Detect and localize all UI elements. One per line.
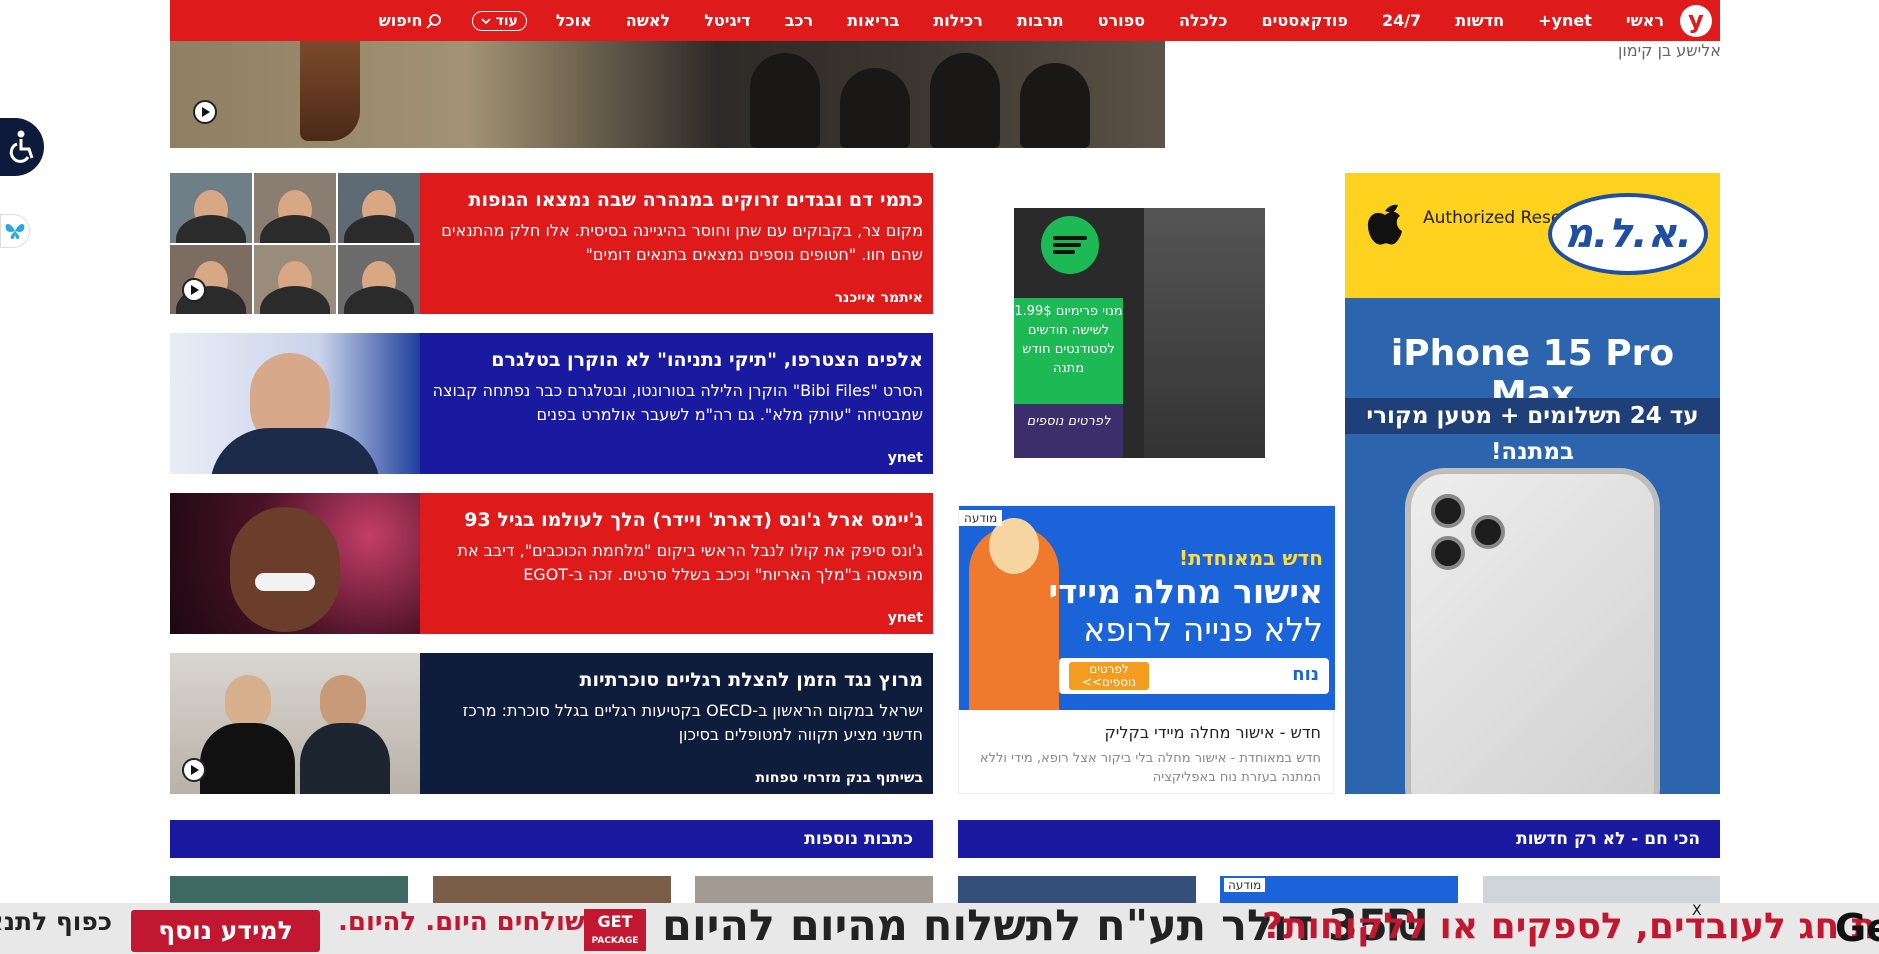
play-icon[interactable]: [182, 758, 206, 782]
spotify-cta-button[interactable]: לפרטים נוספים: [1014, 404, 1123, 458]
section-more-articles-header[interactable]: כתבות נוספות: [170, 820, 933, 858]
ad-person-graphic: [969, 518, 1059, 710]
apple-logo-icon: [1367, 204, 1402, 245]
more-menu-button[interactable]: עוד: [472, 10, 527, 31]
ad-banner[interactable]: מודעה חדש במאוחדת! אישור מחלה מיידי ללא …: [959, 506, 1335, 710]
nav-item-economy[interactable]: כלכלה: [1179, 11, 1227, 30]
spotify-ad[interactable]: מנוי פרימיום 1.99$ לשישה חודשים לסטודנטי…: [1014, 208, 1265, 458]
story-title[interactable]: כתמי דם ובגדים זרוקים במנהרה שבה נמצאו ה…: [432, 187, 923, 213]
accessibility-button[interactable]: [0, 118, 44, 176]
nav-item-women[interactable]: לאשה: [626, 11, 670, 30]
story-text-block: ג'יימס ארל ג'ונס (דארת' ויידר) הלך לעולמ…: [420, 493, 933, 634]
nav-item-cars[interactable]: רכב: [785, 11, 813, 30]
play-icon[interactable]: [182, 278, 206, 302]
ad-close-icon[interactable]: ✕: [1311, 504, 1322, 519]
hero-image[interactable]: [170, 41, 1165, 148]
get-package-word: GET: [597, 912, 633, 931]
ynet-logo[interactable]: y: [1680, 4, 1712, 37]
story-subtitle: מקום צר, בקבוקים עם שתן וחוסר בהיגיינה ב…: [441, 221, 923, 264]
chevron-down-icon: [481, 17, 492, 24]
search-button[interactable]: חיפוש: [379, 11, 443, 30]
story-image-hostages-collage: [170, 173, 420, 314]
nav-item-ynet-plus[interactable]: ynet+: [1538, 11, 1592, 30]
get-package-logo: GET PACKAGE: [584, 909, 646, 951]
bottom-ad-terms: כפוף לתנאי: [0, 907, 112, 936]
nav-item-sport[interactable]: ספורט: [1098, 11, 1145, 30]
section-hot-header[interactable]: הכי חם - לא רק חדשות: [958, 820, 1720, 858]
phone-graphic: [1144, 208, 1265, 458]
ad-headline-1: חדש במאוחדת!: [1178, 546, 1323, 570]
story-subtitle: ג'ונס סיפק את קולו לנבל הראשי ביקום "מלח…: [457, 541, 923, 584]
bottom-ad-close-icon[interactable]: X: [1692, 903, 1702, 919]
meuhedet-ad[interactable]: מודעה חדש במאוחדת! אישור מחלה מיידי ללא …: [958, 504, 1335, 794]
nav-item-news[interactable]: חדשות: [1455, 11, 1504, 30]
ad-brand-strip: לפרטים נוספים>> נוח: [1059, 658, 1329, 694]
story-card-james-earl-jones[interactable]: ג'יימס ארל ג'ונס (דארת' ויידר) הלך לעולמ…: [170, 493, 933, 634]
nav-item-culture[interactable]: תרבות: [1017, 11, 1064, 30]
nav-item-home[interactable]: ראשי: [1626, 11, 1664, 30]
hero-author: אלישע בן קימון: [1617, 41, 1721, 60]
alm-logo: א.ל.מ.: [1548, 193, 1708, 275]
bottom-sticky-ad[interactable]: כפוף לתנאי למידע נוסף ככה שולחים היום. ל…: [0, 903, 1879, 954]
ad-title[interactable]: חדש - אישור מחלה מיידי בקליק: [1104, 723, 1321, 742]
butterfly-icon: [5, 224, 25, 239]
ad-headline-2: אישור מחלה מיידי: [1048, 572, 1323, 611]
iphone-graphic: [1405, 468, 1660, 794]
nav-item-24-7[interactable]: 24/7: [1382, 11, 1421, 30]
story-title[interactable]: ג'יימס ארל ג'ונס (דארת' ויידר) הלך לעולמ…: [432, 507, 923, 533]
butterfly-widget-button[interactable]: [0, 214, 30, 248]
bottom-ad-brand: Ge: [1835, 906, 1879, 950]
spotify-logo-icon: [1041, 216, 1099, 274]
story-image-james-earl-jones: [170, 493, 420, 634]
bottom-ad-more-button[interactable]: למידע נוסף: [131, 910, 320, 952]
bottom-ad-question: מתנות חג לעובדים, לספקים או ללקוחות?: [1262, 906, 1879, 947]
search-icon: [426, 13, 442, 29]
story-image-interview: [170, 653, 420, 794]
story-subtitle: הסרט "Bibi Files" הוקרן הלילה בטורונטו, …: [432, 381, 923, 424]
story-card-diabetic-feet[interactable]: מרוץ נגד הזמן להצלת רגליים סוכרתיות ישרא…: [170, 653, 933, 794]
nav-item-podcasts[interactable]: פודקאסטים: [1261, 11, 1347, 30]
iphone-ad[interactable]: Authorized Reseller א.ל.מ. iPhone 15 Pro…: [1345, 173, 1720, 794]
accessibility-icon: [9, 130, 34, 163]
ad-reseller-band: Authorized Reseller א.ל.מ.: [1345, 173, 1720, 298]
story-author: ynet: [887, 450, 923, 466]
nav-item-digital[interactable]: דיגיטל: [704, 11, 751, 30]
ad-product-band: iPhone 15 Pro Max עד 24 תשלומים + מטען מ…: [1345, 298, 1720, 794]
story-author: איתמר אייכנר: [834, 290, 923, 306]
ad-headline-3: ללא פנייה לרופא: [1083, 610, 1323, 649]
story-subtitle: ישראל במקום הראשון ב-OECD בקטיעות רגליים…: [462, 701, 923, 744]
product-offer: עד 24 תשלומים + מטען מקורי במתנה!: [1345, 398, 1720, 465]
story-author: בשיתוף בנק מזרחי טפחות: [755, 770, 923, 786]
hero-boot-shape: [300, 41, 360, 141]
get-package-sub: PACKAGE: [591, 936, 639, 946]
ad-label: מודעה: [959, 510, 1003, 526]
ad-label: מודעה: [1224, 878, 1266, 892]
search-label: חיפוש: [378, 11, 423, 30]
story-author: ynet: [887, 610, 923, 626]
story-text-block: מרוץ נגד הזמן להצלת רגליים סוכרתיות ישרא…: [420, 653, 933, 794]
story-image-netanyahu: [170, 333, 420, 474]
story-title[interactable]: מרוץ נגד הזמן להצלת רגליים סוכרתיות: [432, 667, 923, 693]
ad-more-button[interactable]: לפרטים נוספים>>: [1069, 662, 1149, 690]
story-card-tunnel[interactable]: כתמי דם ובגדים זרוקים במנהרה שבה נמצאו ה…: [170, 173, 933, 314]
story-text-block: אלפים הצטרפו, "תיקי נתניהו" לא הוקרן בטל…: [420, 333, 933, 474]
ad-brand: נוח: [1292, 664, 1319, 685]
nav-item-health[interactable]: בריאות: [847, 11, 899, 30]
play-icon[interactable]: [193, 100, 217, 124]
story-title[interactable]: אלפים הצטרפו, "תיקי נתניהו" לא הוקרן בטל…: [432, 347, 923, 373]
ad-info-icon[interactable]: ⓘ: [1293, 504, 1306, 523]
spotify-offer-text: מנוי פרימיום 1.99$ לשישה חודשים לסטודנטי…: [1014, 298, 1123, 404]
nav-item-food[interactable]: אוכל: [556, 11, 592, 30]
hero-figures: [730, 41, 1150, 148]
story-card-bibi-files[interactable]: אלפים הצטרפו, "תיקי נתניהו" לא הוקרן בטל…: [170, 333, 933, 474]
story-text-block: כתמי דם ובגדים זרוקים במנהרה שבה נמצאו ה…: [420, 173, 933, 314]
nav-item-gossip[interactable]: רכילות: [933, 11, 983, 30]
more-label: עוד: [495, 12, 518, 29]
ad-description: חדש במאוחדת - אישור מחלה בלי ביקור אצל ר…: [979, 751, 1321, 785]
top-nav: y ראשי ynet+ חדשות 24/7 פודקאסטים כלכלה …: [170, 0, 1720, 41]
